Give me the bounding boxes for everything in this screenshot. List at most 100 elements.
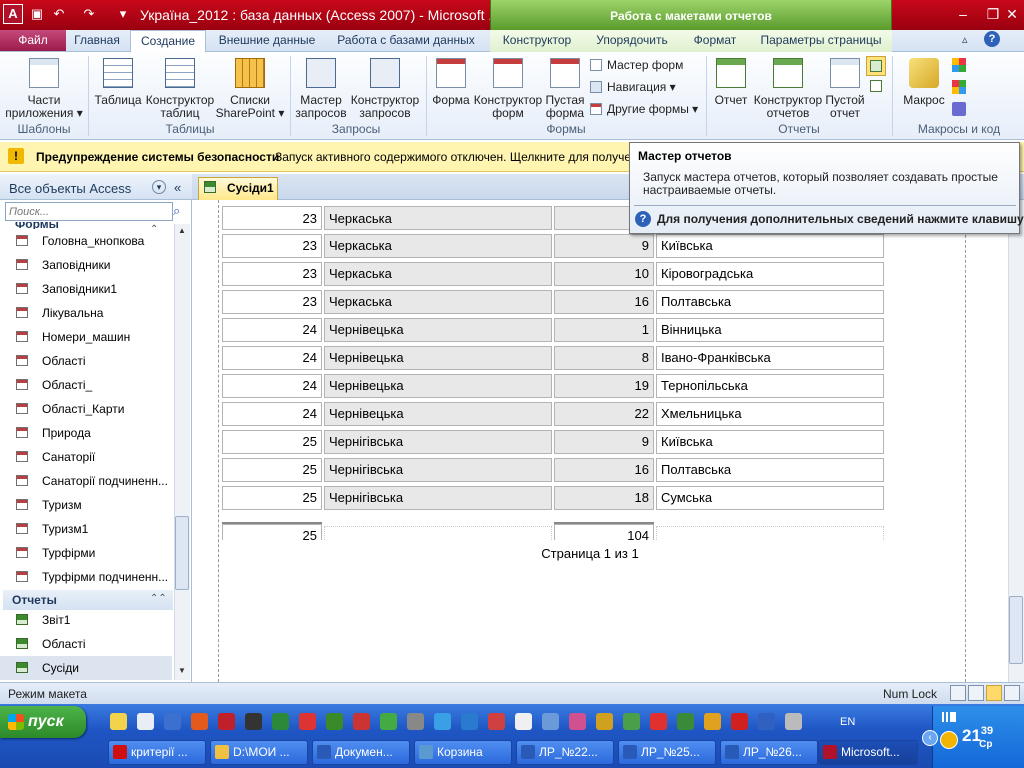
- customize-quick-access-icon[interactable]: ▾: [114, 5, 132, 23]
- neighbor-name-cell[interactable]: Тернопільська: [656, 374, 884, 398]
- page-number-text[interactable]: Страница 1 из 1: [470, 546, 710, 561]
- visual-basic-icon[interactable]: [952, 102, 966, 116]
- access-app-icon[interactable]: A: [3, 4, 23, 24]
- quick-launch-app-icon[interactable]: [191, 713, 208, 730]
- nav-item-form[interactable]: Області_: [0, 373, 172, 397]
- nav-item-form[interactable]: Туризм1: [0, 517, 172, 541]
- quick-launch-app-icon[interactable]: [596, 713, 613, 730]
- quick-launch-app-icon[interactable]: [677, 713, 694, 730]
- nav-item-form[interactable]: Головна_кнопкова: [0, 229, 172, 253]
- nav-item-report[interactable]: Області: [0, 632, 172, 656]
- tab-arrange[interactable]: Упорядочить: [584, 30, 680, 52]
- report-wizard-button[interactable]: [866, 56, 886, 76]
- document-scroll-thumb[interactable]: [1009, 596, 1023, 664]
- quick-launch-app-icon[interactable]: [650, 713, 667, 730]
- quick-launch-app-icon[interactable]: [380, 713, 397, 730]
- group-reports-header[interactable]: Отчеты: [3, 590, 173, 610]
- nav-item-form[interactable]: Турфірми подчиненн...: [0, 565, 172, 589]
- search-icon[interactable]: ⌕: [173, 203, 180, 219]
- quick-launch-app-icon[interactable]: [623, 713, 640, 730]
- show-hidden-icons-icon[interactable]: ‹: [922, 730, 938, 746]
- print-preview-icon[interactable]: [968, 685, 984, 701]
- nav-item-form[interactable]: Санаторії подчиненн...: [0, 469, 172, 493]
- report-design-button[interactable]: Конструктор отчетов: [752, 56, 824, 120]
- tab-database-tools[interactable]: Работа с базами данных: [330, 30, 482, 52]
- nav-item-form[interactable]: Туризм: [0, 493, 172, 517]
- nav-item-form[interactable]: Природа: [0, 421, 172, 445]
- chevron-down-icon[interactable]: ▾: [152, 180, 166, 194]
- security-warning-text[interactable]: Запуск активного содержимого отключен. Щ…: [275, 150, 630, 164]
- quick-launch-app-icon[interactable]: [407, 713, 424, 730]
- quick-launch-app-icon[interactable]: [785, 713, 802, 730]
- region-name-cell[interactable]: Чернігівська: [324, 458, 552, 482]
- neighbor-name-cell[interactable]: Сумська: [656, 486, 884, 510]
- region-id-cell[interactable]: 23: [222, 262, 322, 286]
- taskbar-button[interactable]: D:\МОИ ...: [210, 740, 308, 765]
- report-view-icon[interactable]: [950, 685, 966, 701]
- nav-scrollbar[interactable]: [174, 224, 190, 680]
- region-name-cell[interactable]: Чернігівська: [324, 430, 552, 454]
- neighbor-id-cell[interactable]: 9: [554, 430, 654, 454]
- navigation-pane-title[interactable]: Все объекты Access: [9, 181, 131, 196]
- neighbor-id-cell[interactable]: 10: [554, 262, 654, 286]
- report-button[interactable]: Отчет: [710, 56, 752, 107]
- clock[interactable]: 2139Ср: [962, 725, 993, 750]
- search-input[interactable]: [5, 202, 173, 221]
- quick-launch-app-icon[interactable]: [164, 713, 181, 730]
- region-name-cell[interactable]: Чернігівська: [324, 486, 552, 510]
- nav-item-report[interactable]: Звіт1: [0, 608, 172, 632]
- class-module-icon[interactable]: [952, 80, 966, 94]
- taskbar-button[interactable]: ЛР_№26...: [720, 740, 818, 765]
- group-forms-header[interactable]: Формы: [3, 222, 173, 229]
- form-wizard-button[interactable]: Мастер форм: [590, 58, 683, 72]
- quick-launch-app-icon[interactable]: [569, 713, 586, 730]
- nav-item-form[interactable]: Області_Карти: [0, 397, 172, 421]
- region-name-cell[interactable]: Черкаська: [324, 206, 552, 230]
- taskbar-button[interactable]: ЛР_№25...: [618, 740, 716, 765]
- tab-format[interactable]: Формат: [680, 30, 750, 52]
- taskbar-button[interactable]: ЛР_№22...: [516, 740, 614, 765]
- design-view-icon[interactable]: [1004, 685, 1020, 701]
- nav-item-form[interactable]: Заповідники1: [0, 277, 172, 301]
- tab-designer[interactable]: Конструктор: [490, 30, 584, 52]
- region-name-cell[interactable]: Чернівецька: [324, 318, 552, 342]
- total-sum-2[interactable]: 104: [554, 524, 654, 540]
- region-id-cell[interactable]: 25: [222, 458, 322, 482]
- nav-scroll-thumb[interactable]: [175, 516, 189, 590]
- neighbor-name-cell[interactable]: Вінницька: [656, 318, 884, 342]
- tab-external-data[interactable]: Внешние данные: [210, 30, 324, 52]
- region-name-cell[interactable]: Чернівецька: [324, 374, 552, 398]
- redo-icon[interactable]: ↷: [80, 5, 98, 23]
- region-id-cell[interactable]: 25: [222, 486, 322, 510]
- neighbor-name-cell[interactable]: Полтавська: [656, 290, 884, 314]
- module-icon[interactable]: [952, 58, 966, 72]
- neighbor-name-cell[interactable]: Кіровоградська: [656, 262, 884, 286]
- quick-launch-app-icon[interactable]: [245, 713, 262, 730]
- quick-launch-app-icon[interactable]: [434, 713, 451, 730]
- query-design-button[interactable]: Конструктор запросов: [350, 56, 420, 120]
- region-name-cell[interactable]: Чернівецька: [324, 346, 552, 370]
- help-icon[interactable]: ?: [984, 31, 1000, 47]
- neighbor-name-cell[interactable]: Хмельницька: [656, 402, 884, 426]
- navigation-button[interactable]: Навигация ▾: [590, 80, 676, 94]
- region-id-cell[interactable]: 24: [222, 318, 322, 342]
- layout-view-icon[interactable]: [986, 685, 1002, 701]
- total-count-1[interactable]: 25: [222, 524, 322, 540]
- region-name-cell[interactable]: Чернівецька: [324, 402, 552, 426]
- region-id-cell[interactable]: 24: [222, 346, 322, 370]
- blank-report-button[interactable]: Пустой отчет: [824, 56, 866, 120]
- form-button[interactable]: Форма: [430, 56, 472, 107]
- form-design-button[interactable]: Конструктор форм: [472, 56, 544, 120]
- tray-app-icon[interactable]: [940, 731, 958, 749]
- neighbor-id-cell[interactable]: 16: [554, 290, 654, 314]
- macro-button[interactable]: Макрос: [896, 56, 952, 107]
- quick-launch-app-icon[interactable]: [542, 713, 559, 730]
- quick-launch-app-icon[interactable]: [704, 713, 721, 730]
- quick-launch-app-icon[interactable]: [461, 713, 478, 730]
- nav-item-form[interactable]: Турфірми: [0, 541, 172, 565]
- query-wizard-button[interactable]: Мастер запросов: [292, 56, 350, 120]
- quick-launch-app-icon[interactable]: [218, 713, 235, 730]
- region-name-cell[interactable]: Черкаська: [324, 234, 552, 258]
- table-design-button[interactable]: Конструктор таблиц: [144, 56, 216, 120]
- quick-launch-app-icon[interactable]: [137, 713, 154, 730]
